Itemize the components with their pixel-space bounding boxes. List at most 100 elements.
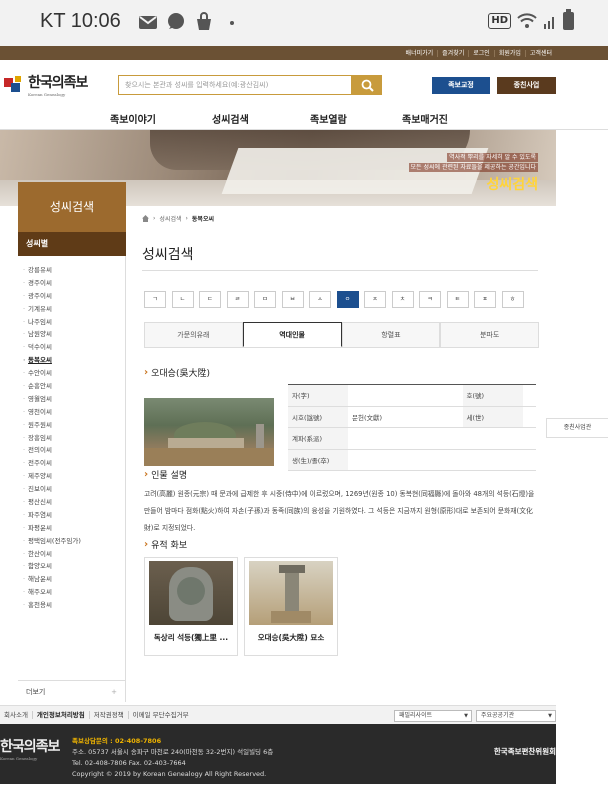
breadcrumb-sep-icon: ›: [153, 215, 156, 222]
shopping-bag-icon: [197, 12, 211, 30]
person-info-table: 자(字) 호(號) 시호(諡號) 문헌(文獻) 세(世) 계파(系派) 생(生)…: [288, 384, 536, 471]
footer-info: 족보상담문의 : 02-408-7806 주소. 05737 서울시 송파구 마…: [72, 737, 274, 778]
table-row: 자(字) 호(號): [288, 384, 536, 407]
sidebar-title: 성씨검색: [18, 182, 126, 232]
util-link-favorite[interactable]: 즐겨찾기: [437, 49, 468, 57]
tab-family-origin[interactable]: 가문의유래: [144, 322, 243, 347]
breadcrumb-parent[interactable]: 성씨검색: [159, 214, 181, 223]
consonant-button[interactable]: ㅊ: [391, 291, 414, 308]
tab-branch-chart[interactable]: 분파도: [440, 322, 539, 347]
footer-link-copyright[interactable]: 저작권정책: [88, 711, 128, 719]
sidebar-surname-item[interactable]: 평산신씨: [18, 496, 125, 509]
signal-icon: [544, 17, 554, 29]
consonant-button[interactable]: ㅋ: [419, 291, 441, 308]
sidebar-surname-item[interactable]: 광주이씨: [18, 290, 125, 303]
sidebar-surname-item[interactable]: 한산이씨: [18, 548, 125, 561]
consonant-button[interactable]: ㅈ: [364, 291, 386, 308]
nav-item-story[interactable]: 족보이야기: [110, 111, 156, 126]
consonant-button[interactable]: ㅂ: [281, 291, 304, 308]
sidebar-surname-item[interactable]: 함양오씨: [18, 560, 125, 573]
sidebar-surname-item[interactable]: 나주임씨: [18, 316, 125, 329]
sidebar-surname-item[interactable]: 파평윤씨: [18, 522, 125, 535]
nav-item-surname-search[interactable]: 성씨검색: [212, 111, 249, 126]
search-button[interactable]: [352, 75, 382, 95]
footer-link-privacy[interactable]: 개인정보처리방침: [31, 711, 89, 719]
banner-text: 역사적 뿌리를 자세히 알 수 있도록 모든 성씨에 관련된 자료들을 제공하는…: [408, 153, 538, 193]
sidebar-surname-item[interactable]: 진보이씨: [18, 483, 125, 496]
sidebar-surname-item[interactable]: 수안이씨: [18, 367, 125, 380]
relic-card[interactable]: 독상리 석등(獨上里 ...: [144, 557, 238, 656]
genealogy-correction-button[interactable]: 족보교정: [432, 77, 490, 94]
clan-business-button[interactable]: 종친사업: [497, 77, 556, 94]
site-logo[interactable]: 한국의족보 Korean Genealogy: [2, 72, 88, 97]
consonant-button[interactable]: ㄴ: [171, 291, 194, 308]
nav-item-view[interactable]: 족보열람: [310, 111, 347, 126]
footer-link-company[interactable]: 회사소개: [0, 711, 32, 719]
sidebar-surname-item[interactable]: 평택임씨(전주임가): [18, 535, 125, 548]
system-icons: HD: [488, 9, 574, 30]
util-link-login[interactable]: 로그인: [468, 49, 494, 57]
battery-icon: [563, 9, 574, 30]
footer-link-email[interactable]: 이메일 무단수집거부: [127, 711, 193, 719]
tab-historical-figures[interactable]: 역대인물: [242, 322, 342, 347]
consonant-button[interactable]: ㄹ: [226, 291, 249, 308]
sidebar-surname-item[interactable]: 기계유씨: [18, 303, 125, 316]
dropdown-icon: ▼: [548, 713, 552, 719]
detail-tabs: 가문의유래 역대인물 항렬표 분파도: [144, 322, 539, 348]
sidebar-surname-item[interactable]: 영천이씨: [18, 406, 125, 419]
consonant-button[interactable]: ㅎ: [501, 291, 524, 308]
sidebar-surname-item[interactable]: 남원양씨: [18, 328, 125, 341]
breadcrumb-current: 동복오씨: [191, 216, 214, 223]
util-link-shortcut[interactable]: 배너미가기: [402, 50, 438, 57]
sidebar-surname-item[interactable]: 강릉유씨: [18, 264, 125, 277]
nav-item-magazine[interactable]: 족보매거진: [402, 111, 448, 126]
sidebar-surname-item[interactable]: 영월엄씨: [18, 393, 125, 406]
sidebar-surname-item[interactable]: 해주오씨: [18, 586, 125, 599]
consonant-button[interactable]: ㄷ: [199, 291, 221, 308]
notification-icons: [138, 12, 242, 32]
consonant-button[interactable]: ㅇ: [336, 291, 359, 308]
sidebar-surname-item[interactable]: 해남윤씨: [18, 573, 125, 586]
sidebar-surname-item[interactable]: 순흥안씨: [18, 380, 125, 393]
consonant-button[interactable]: ㅅ: [309, 291, 331, 308]
logo-text: 한국의족보 Korean Genealogy: [28, 75, 88, 97]
relic-card[interactable]: 오대승(吳大陞) 묘소: [244, 557, 338, 656]
sidebar-surname-item[interactable]: 제주양씨: [18, 470, 125, 483]
search-input[interactable]: 찾으시는 본관과 성씨를 입력하세요(예:광산김씨): [118, 75, 352, 95]
util-link-support[interactable]: 고객센터: [524, 49, 556, 57]
family-site-select[interactable]: 패밀리사이트 ▼: [394, 710, 472, 722]
logo-mark-icon: [2, 74, 24, 96]
footer-logo: 한국의족보 Korean Genealogy: [0, 739, 60, 761]
sidebar-more-button[interactable]: 더보기 +: [18, 680, 126, 702]
breadcrumb-sep-icon: ›: [185, 215, 188, 222]
sidebar-surname-item[interactable]: 홍천용씨: [18, 599, 125, 612]
clan-business-hall-tab[interactable]: 종친사업관: [546, 418, 608, 438]
tab-generation-chart[interactable]: 항렬표: [341, 322, 441, 347]
sidebar-surname-item[interactable]: 동복오씨: [18, 354, 125, 367]
util-link-signup[interactable]: 회원가입: [493, 49, 525, 57]
status-bar: KT 10:06 HD: [0, 0, 608, 46]
footer-org-name: 한국족보편찬위원회: [493, 747, 556, 756]
site-footer: 한국의족보 Korean Genealogy 족보상담문의 : 02-408-78…: [0, 724, 556, 784]
consonant-button[interactable]: ㄱ: [144, 291, 166, 308]
relic-photo-tomb: [249, 561, 333, 625]
dropdown-icon: ▼: [464, 713, 468, 719]
main-navigation: 족보이야기 성씨검색 족보열람 족보매거진: [0, 104, 608, 130]
sidebar-surname-item[interactable]: 파주염씨: [18, 509, 125, 522]
sidebar-surname-item[interactable]: 전주이씨: [18, 457, 125, 470]
home-icon[interactable]: [142, 215, 149, 222]
sidebar-surname-item[interactable]: 원주원씨: [18, 419, 125, 432]
sidebar-surname-list: 강릉유씨경주이씨광주이씨기계유씨나주임씨남원양씨덕수이씨동복오씨수안이씨순흥안씨…: [18, 256, 126, 680]
public-agency-select[interactable]: 주요공공기관 ▼: [476, 710, 556, 722]
sidebar-surname-item[interactable]: 덕수이씨: [18, 341, 125, 354]
search-icon: [361, 79, 374, 92]
sidebar-surname-item[interactable]: 경주이씨: [18, 277, 125, 290]
sidebar-surname-item[interactable]: 전의이씨: [18, 444, 125, 457]
consonant-button[interactable]: ㅍ: [474, 291, 496, 308]
relic-caption: 오대승(吳大陞) 묘소: [257, 633, 325, 642]
consonant-button[interactable]: ㅁ: [254, 291, 276, 308]
sidebar-subtitle[interactable]: 성씨별: [18, 232, 126, 256]
consonant-button[interactable]: ㅌ: [446, 291, 469, 308]
sidebar-surname-item[interactable]: 장흥임씨: [18, 432, 125, 445]
description-heading: › 인물 설명: [144, 469, 188, 481]
